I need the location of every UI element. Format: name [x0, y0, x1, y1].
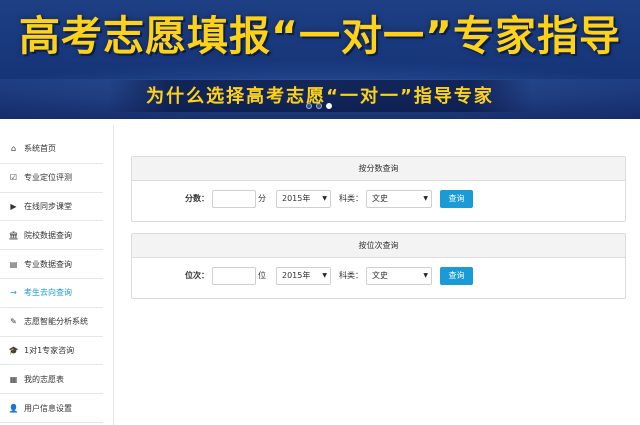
sidebar-item-smart-analysis[interactable]: ✎ 志愿智能分析系统	[0, 308, 103, 337]
year-select-value: 2015年	[282, 194, 311, 203]
video-icon: ▶	[10, 201, 17, 211]
sidebar-item-label: 1对1专家咨询	[24, 345, 75, 355]
year-select-value: 2015年	[282, 271, 311, 280]
rank-unit: 位	[258, 271, 266, 280]
score-input[interactable]	[212, 190, 256, 208]
sidebar-item-label: 用户信息设置	[24, 403, 72, 413]
sidebar-item-label: 志愿智能分析系统	[24, 317, 88, 327]
score-query-button[interactable]: 查询	[440, 190, 473, 208]
user-icon: 👤	[8, 403, 19, 413]
subject-select[interactable]: 文史 ▼	[366, 190, 432, 208]
sidebar-item-college-data[interactable]: 🏛 院校数据查询	[0, 221, 103, 251]
graduation-cap-icon: 🎓	[8, 345, 19, 355]
sidebar-item-label: 系统首页	[24, 144, 56, 154]
rank-input[interactable]	[212, 267, 256, 285]
sidebar-item-major-data[interactable]: ▤ 专业数据查询	[0, 250, 103, 279]
chevron-down-icon: ▼	[322, 272, 327, 279]
home-icon: ⌂	[10, 144, 17, 154]
arrow-right-icon: →	[10, 288, 17, 298]
score-query-form: 分数： 分 2015年 ▼ 科类： 文史 ▼ 查询	[132, 181, 625, 221]
chevron-down-icon: ▼	[423, 195, 428, 202]
sidebar-item-student-destination[interactable]: → 考生去向查询	[0, 279, 103, 308]
year-select[interactable]: 2015年 ▼	[276, 190, 331, 208]
edit-icon: ✎	[10, 317, 17, 327]
sidebar-item-label: 我的志愿表	[24, 374, 64, 384]
sidebar-item-my-applications[interactable]: ▦ 我的志愿表	[0, 365, 103, 395]
book-icon: ▤	[9, 259, 18, 269]
panel-title: 按分数查询	[132, 157, 625, 181]
subject-select-value: 文史	[372, 194, 388, 203]
sidebar-item-label: 考生去向查询	[24, 288, 72, 298]
sidebar-item-label: 院校数据查询	[24, 230, 72, 240]
checkbox-icon: ☑	[9, 173, 18, 183]
sidebar-item-user-settings[interactable]: 👤 用户信息设置	[0, 394, 103, 423]
sidebar-nav: ⌂ 系统首页 ☑ 专业定位评测 ▶ 在线同步课堂 🏛 院校数据查询 ▤ 专业数据…	[0, 135, 103, 423]
sidebar-item-label: 在线同步课堂	[24, 201, 72, 211]
subject-label: 科类：	[339, 194, 363, 203]
rank-query-button[interactable]: 查询	[440, 267, 473, 285]
subject-select[interactable]: 文史 ▼	[366, 267, 432, 285]
score-label: 分数：	[185, 194, 209, 203]
rank-query-form: 位次： 位 2015年 ▼ 科类： 文史 ▼ 查询	[132, 258, 625, 298]
sidebar-item-label: 专业数据查询	[24, 259, 72, 269]
panel-title: 按位次查询	[132, 234, 625, 258]
sidebar-item-label: 专业定位评测	[24, 173, 72, 183]
carousel-dot[interactable]	[316, 103, 322, 109]
hero-banner: 高考志愿填报“一对一”专家指导 为什么选择高考志愿“一对一”指导专家	[0, 0, 640, 119]
sidebar-item-expert-consult[interactable]: 🎓 1对1专家咨询	[0, 337, 103, 366]
carousel-dot-active[interactable]	[326, 103, 332, 109]
banner-title: 高考志愿填报“一对一”专家指导	[19, 12, 621, 60]
chevron-down-icon: ▼	[423, 272, 428, 279]
table-icon: ▦	[9, 374, 18, 384]
carousel-dot[interactable]	[306, 103, 312, 109]
carousel-dots	[306, 103, 332, 109]
year-select[interactable]: 2015年 ▼	[276, 267, 331, 285]
subject-select-value: 文史	[372, 271, 388, 280]
chevron-down-icon: ▼	[322, 195, 327, 202]
rank-label: 位次：	[185, 271, 209, 280]
institution-icon: 🏛	[8, 230, 19, 240]
rank-query-panel: 按位次查询 位次： 位 2015年 ▼ 科类： 文史 ▼ 查询	[131, 233, 626, 299]
sidebar-item-major-assessment[interactable]: ☑ 专业定位评测	[0, 164, 103, 193]
sidebar-item-online-class[interactable]: ▶ 在线同步课堂	[0, 193, 103, 222]
score-query-panel: 按分数查询 分数： 分 2015年 ▼ 科类： 文史 ▼ 查询	[131, 156, 626, 222]
sidebar-item-home[interactable]: ⌂ 系统首页	[0, 135, 103, 164]
subject-label: 科类：	[339, 271, 363, 280]
score-unit: 分	[258, 194, 266, 203]
sidebar-divider	[113, 125, 114, 425]
